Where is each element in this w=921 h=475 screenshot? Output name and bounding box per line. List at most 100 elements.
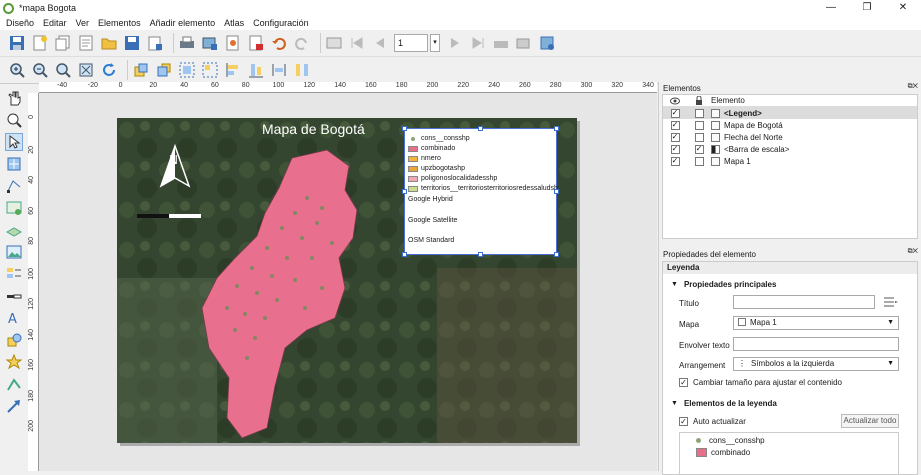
select-move-icon[interactable] — [5, 133, 23, 151]
distribute-items-icon[interactable] — [293, 61, 311, 79]
duplicate-layout-icon[interactable] — [54, 34, 72, 52]
visible-checkbox[interactable]: ✓ — [670, 120, 680, 130]
close-button[interactable]: ✕ — [885, 0, 921, 16]
wrap-text-input[interactable] — [733, 337, 899, 351]
add-3d-map-icon[interactable] — [5, 221, 23, 239]
raise-items-icon[interactable] — [132, 61, 150, 79]
visible-checkbox[interactable]: ✓ — [670, 156, 680, 166]
items-row[interactable]: ✓ ✓ <Barra de escala> — [663, 143, 917, 155]
legend-tree[interactable]: cons__consshp combinado — [679, 432, 899, 474]
new-layout-icon[interactable] — [31, 34, 49, 52]
page-dropdown-icon[interactable]: ▾ — [430, 34, 440, 52]
align-distribute-icon[interactable] — [247, 61, 265, 79]
expression-list-icon[interactable] — [881, 295, 899, 309]
add-scalebar-icon[interactable] — [5, 287, 23, 305]
save-icon[interactable] — [8, 34, 26, 52]
export-svg-icon[interactable] — [224, 34, 242, 52]
add-marker-icon[interactable] — [5, 353, 23, 371]
align-left-icon[interactable] — [224, 61, 242, 79]
selection-handle[interactable] — [554, 126, 559, 131]
zoom-actual-icon[interactable] — [77, 61, 95, 79]
mapa-select[interactable]: Mapa 1 ▼ — [733, 316, 899, 330]
collapse-arrow-icon[interactable]: ▼ — [671, 281, 678, 288]
panel-float-close-icon[interactable]: ⧉✕ — [908, 248, 918, 256]
print-icon[interactable] — [178, 34, 196, 52]
menu-atlas[interactable]: Atlas — [224, 18, 244, 28]
selection-handle[interactable] — [554, 189, 559, 194]
add-polyline-icon[interactable] — [5, 375, 23, 393]
resize-checkbox[interactable]: ✓ — [679, 378, 688, 387]
titulo-input[interactable] — [733, 295, 875, 309]
update-all-button[interactable]: Actualizar todo — [841, 414, 899, 428]
resize-row[interactable]: ✓ Cambiar tamaño para ajustar el contenid… — [679, 378, 842, 387]
visible-checkbox[interactable]: ✓ — [670, 144, 680, 154]
map-title[interactable]: Mapa de Bogotá — [262, 121, 365, 137]
next-feature-icon[interactable] — [446, 34, 464, 52]
add-arrow-icon[interactable] — [5, 397, 23, 415]
auto-update-row[interactable]: ✓ Auto actualizar — [679, 417, 746, 426]
visible-checkbox[interactable]: ✓ — [670, 132, 680, 142]
export-atlas-icon[interactable] — [515, 34, 533, 52]
undo-icon[interactable] — [270, 34, 288, 52]
print-atlas-icon[interactable] — [492, 34, 510, 52]
pan-hand-icon[interactable] — [5, 89, 23, 107]
last-feature-icon[interactable] — [469, 34, 487, 52]
zoom-full-icon[interactable] — [54, 61, 72, 79]
open-folder-icon[interactable] — [100, 34, 118, 52]
lock-checkbox[interactable] — [694, 132, 704, 142]
main-properties-section[interactable]: ▼ Propiedades principales — [663, 277, 917, 291]
north-arrow[interactable]: N — [157, 142, 193, 188]
add-legend-icon[interactable] — [5, 265, 23, 283]
ungroup-items-icon[interactable] — [201, 61, 219, 79]
menu-diseno[interactable]: Diseño — [6, 18, 34, 28]
legend-tree-item[interactable]: combinado — [696, 448, 750, 457]
selection-handle[interactable] — [478, 126, 483, 131]
menu-ver[interactable]: Ver — [76, 18, 90, 28]
refresh-icon[interactable] — [100, 61, 118, 79]
add-map-icon[interactable] — [5, 199, 23, 217]
atlas-settings-icon[interactable] — [325, 34, 343, 52]
selection-handle[interactable] — [402, 252, 407, 257]
arrangement-select[interactable]: ⋮ Símbolos a la izquierda ▼ — [733, 357, 899, 371]
resize-items-icon[interactable] — [270, 61, 288, 79]
selection-handle[interactable] — [478, 252, 483, 257]
items-row[interactable]: ✓ Mapa de Bogotá — [663, 119, 917, 131]
legend-item[interactable]: cons__consshp combinado nmero upzbogotas… — [404, 128, 558, 255]
menu-elementos[interactable]: Elementos — [98, 18, 141, 28]
panel-float-close-icon[interactable]: ⧉✕ — [908, 83, 918, 91]
selection-handle[interactable] — [554, 252, 559, 257]
add-label-icon[interactable]: A — [5, 309, 23, 327]
items-row[interactable]: ✓ <Legend> — [663, 107, 917, 119]
menu-editar[interactable]: Editar — [43, 18, 67, 28]
legend-items-section[interactable]: ▼ Elementos de la leyenda — [663, 396, 777, 410]
zoom-tool-icon[interactable] — [5, 111, 23, 129]
layout-canvas[interactable]: Mapa de Bogotá N cons__consshp combinado… — [39, 93, 657, 471]
minimize-button[interactable]: — — [813, 0, 849, 16]
lock-checkbox[interactable] — [694, 108, 704, 118]
collapse-arrow-icon[interactable]: ▼ — [671, 400, 678, 407]
menu-configuracion[interactable]: Configuración — [253, 18, 309, 28]
lock-checkbox[interactable]: ✓ — [694, 144, 704, 154]
selection-handle[interactable] — [402, 126, 407, 131]
export-pdf-icon[interactable] — [247, 34, 265, 52]
add-template-icon[interactable] — [146, 34, 164, 52]
lock-checkbox[interactable] — [694, 156, 704, 166]
page-number-field[interactable]: 1 — [394, 34, 428, 52]
save-template-icon[interactable] — [123, 34, 141, 52]
add-shape-icon[interactable] — [5, 331, 23, 349]
zoom-out-icon[interactable] — [31, 61, 49, 79]
export-image-icon[interactable] — [201, 34, 219, 52]
zoom-in-icon[interactable] — [8, 61, 26, 79]
auto-update-checkbox[interactable]: ✓ — [679, 417, 688, 426]
visible-checkbox[interactable]: ✓ — [670, 108, 680, 118]
lower-items-icon[interactable] — [155, 61, 173, 79]
selection-handle[interactable] — [402, 189, 407, 194]
maximize-button[interactable]: ❐ — [849, 0, 885, 16]
move-content-icon[interactable] — [5, 155, 23, 173]
items-row[interactable]: ✓ Flecha del Norte — [663, 131, 917, 143]
add-picture-icon[interactable] — [5, 243, 23, 261]
redo-icon[interactable] — [293, 34, 311, 52]
map-item[interactable]: Mapa de Bogotá N cons__consshp combinado… — [117, 118, 577, 443]
legend-tree-item[interactable]: cons__consshp — [696, 436, 765, 445]
items-row[interactable]: ✓ Mapa 1 — [663, 155, 917, 167]
